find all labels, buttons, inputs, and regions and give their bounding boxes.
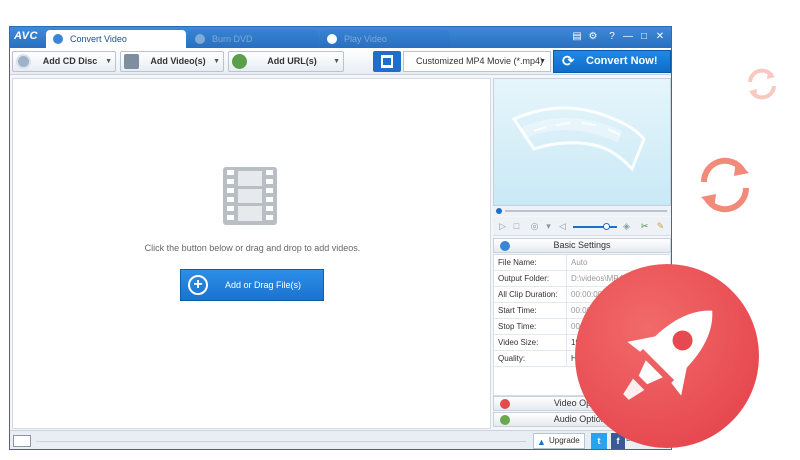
volume-slider[interactable]: [573, 223, 617, 230]
settings-icon: [500, 241, 510, 251]
drop-area[interactable]: Click the button below or drag and drop …: [12, 78, 491, 429]
drop-hint-text: Click the button below or drag and drop …: [144, 243, 361, 253]
convert-icon: [53, 34, 63, 44]
add-url-button[interactable]: Add URL(s) ▼: [228, 51, 344, 72]
chevron-down-icon: ▼: [105, 58, 112, 65]
volume-icon[interactable]: ◁: [557, 221, 568, 232]
magic-wand-icon[interactable]: ✎: [655, 221, 666, 232]
status-divider: [36, 441, 526, 442]
output-format-select[interactable]: Customized MP4 Movie (*.mp4) ▼: [403, 51, 551, 72]
upgrade-icon: ▲: [537, 437, 546, 447]
scissors-icon[interactable]: ✂: [639, 221, 650, 232]
maximize-icon[interactable]: □: [638, 31, 650, 43]
film-reel-graphic: [511, 106, 646, 172]
seek-track: [505, 210, 667, 212]
add-video-button[interactable]: Add Video(s) ▼: [120, 51, 224, 72]
layout-toggle-icon[interactable]: [13, 435, 31, 447]
effects-icon[interactable]: ◈: [621, 221, 632, 232]
volume-handle[interactable]: [603, 223, 610, 230]
basic-settings-header[interactable]: Basic Settings: [493, 238, 671, 253]
chevron-down-icon: ▼: [539, 58, 546, 65]
disc-icon: [195, 34, 205, 44]
menu-icon[interactable]: ▤: [571, 31, 583, 43]
app-logo: AVC: [14, 30, 38, 42]
video-options-icon: [500, 399, 510, 409]
gear-icon[interactable]: ⚙: [587, 31, 599, 43]
play-icon: [327, 34, 337, 44]
refresh-icon: ⟳: [562, 53, 575, 70]
film-format-icon[interactable]: [373, 51, 401, 72]
snapshot-icon[interactable]: ◎: [529, 221, 540, 232]
sync-icon: [700, 157, 750, 213]
rocket-badge: [575, 264, 759, 448]
play-icon[interactable]: ▷: [497, 221, 508, 232]
stop-icon[interactable]: □: [511, 221, 522, 232]
globe-icon: [232, 54, 247, 69]
chevron-down-icon: ▼: [333, 58, 340, 65]
seek-handle[interactable]: [496, 208, 502, 214]
close-icon[interactable]: ✕: [654, 31, 666, 43]
seek-bar[interactable]: [493, 206, 671, 216]
title-bar: AVC Convert Video Burn DVD Play Video ▤ …: [10, 27, 671, 48]
add-or-drag-files-button[interactable]: + Add or Drag File(s): [180, 269, 324, 301]
tab-play-video[interactable]: Play Video: [320, 30, 450, 48]
add-cd-button[interactable]: Add CD Disc ▼: [12, 51, 116, 72]
convert-now-button[interactable]: ⟳ Convert Now!: [553, 50, 671, 73]
video-preview: [493, 78, 671, 206]
tab-label: Burn DVD: [212, 34, 253, 44]
plus-icon: +: [188, 275, 208, 295]
film-strip-icon: [223, 167, 277, 225]
app-window: AVC Convert Video Burn DVD Play Video ▤ …: [9, 26, 672, 450]
toolbar: Add CD Disc ▼ Add Video(s) ▼ Add URL(s) …: [10, 48, 671, 75]
status-bar: ▲ Upgrade t f Like: [10, 430, 671, 449]
film-icon: [124, 54, 139, 69]
chevron-down-icon[interactable]: ▾: [543, 221, 554, 232]
sync-icon: [748, 68, 776, 100]
tab-burn-dvd[interactable]: Burn DVD: [188, 30, 318, 48]
tab-label: Play Video: [344, 34, 387, 44]
tab-convert-video[interactable]: Convert Video: [46, 30, 186, 48]
rocket-icon: [623, 310, 713, 400]
minimize-icon[interactable]: —: [622, 31, 634, 43]
cd-icon: [16, 54, 31, 69]
help-icon[interactable]: ?: [606, 31, 618, 43]
chevron-down-icon: ▼: [213, 58, 220, 65]
player-controls: ▷ □ ◎ ▾ ◁ ◈ ✂ ✎: [493, 217, 671, 236]
tab-label: Convert Video: [70, 34, 127, 44]
audio-options-icon: [500, 415, 510, 425]
